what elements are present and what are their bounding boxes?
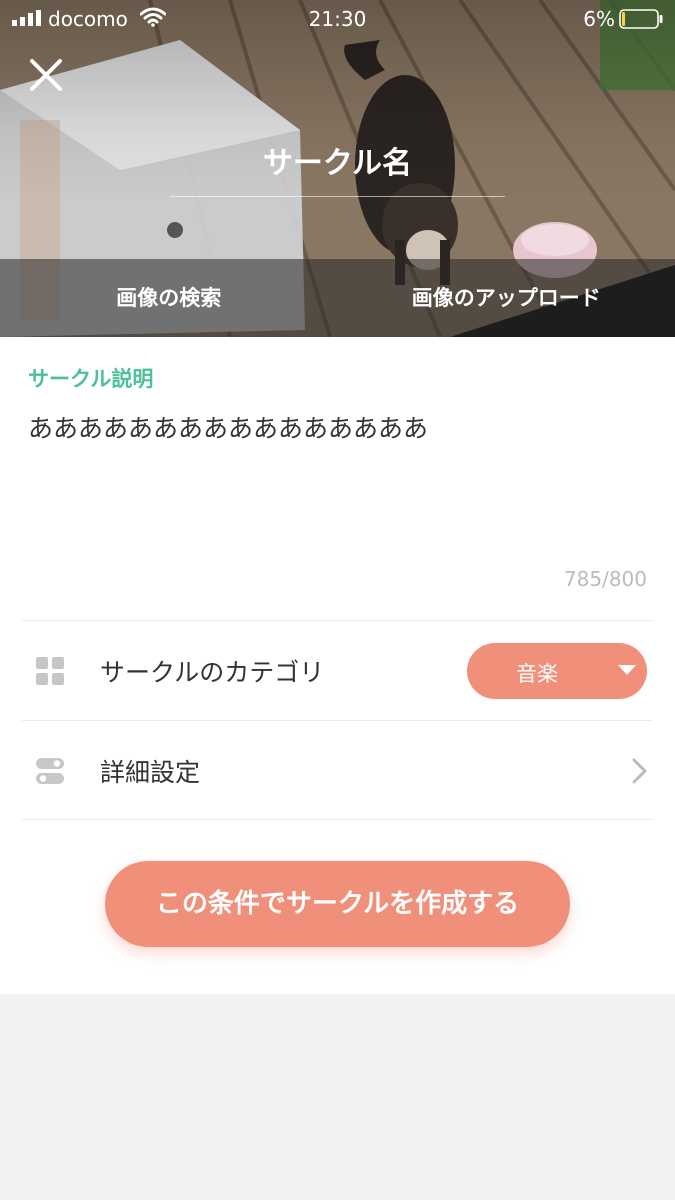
category-label: サークルのカテゴリ [100,658,325,687]
close-icon[interactable] [26,55,66,95]
grid-icon [36,657,64,685]
character-count: 785/800 [563,567,647,591]
battery-percent: 6% [583,7,615,31]
upload-image-button[interactable]: 画像のアップロード [338,259,675,337]
circle-form: サークル説明 ああああああああああああああああ 785/800 サークルのカテゴ… [0,337,675,994]
search-image-button[interactable]: 画像の検索 [0,259,338,337]
category-selected-value: 音楽 [516,662,558,686]
category-row: サークルのカテゴリ 音楽 [22,620,653,720]
description-textarea[interactable]: ああああああああああああああああ [28,409,648,445]
chevron-right-icon [632,758,647,784]
circle-name-field[interactable]: サークル名 [170,138,505,197]
status-bar: docomo 21:30 6% [0,0,675,38]
toggle-settings-icon [36,758,64,784]
status-time: 21:30 [308,7,367,31]
details-settings-label: 詳細設定 [100,758,201,787]
cover-image-area: docomo 21:30 6% サークル名 画像の検索 画像のアップロード [0,0,675,337]
cover-image-actions: 画像の検索 画像のアップロード [0,259,675,337]
category-select[interactable]: 音楽 [467,643,647,699]
caret-down-icon [618,665,636,675]
description-label: サークル説明 [28,367,154,391]
battery-icon [619,9,663,29]
details-settings-row[interactable]: 詳細設定 [22,720,653,820]
create-circle-button[interactable]: この条件でサークルを作成する [105,861,570,947]
